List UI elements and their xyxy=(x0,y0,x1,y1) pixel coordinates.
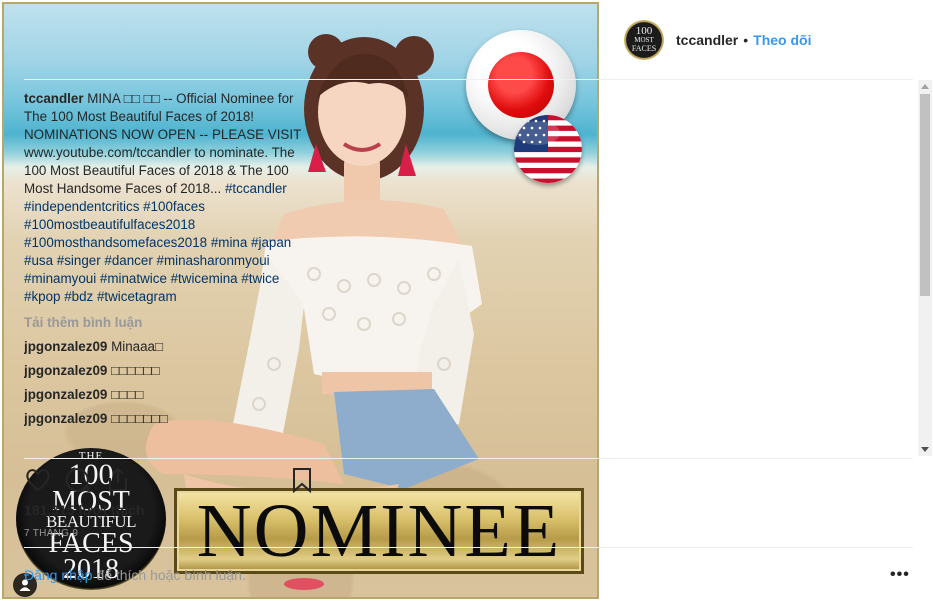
japan-flag-sun xyxy=(488,52,554,118)
load-more-comments-button[interactable]: Tải thêm bình luận xyxy=(24,314,310,332)
comment-text: □□□□ xyxy=(111,387,144,402)
login-link[interactable]: Đăng nhập xyxy=(24,567,93,583)
post-actions xyxy=(24,466,316,498)
comment-icon[interactable] xyxy=(64,466,92,494)
scroll-down-arrow-icon[interactable] xyxy=(921,447,929,452)
comment-text: □□□□□□□ xyxy=(111,411,168,426)
post-caption: tccandler MINA □□ □□ -- Official Nominee… xyxy=(24,90,310,306)
more-options-icon[interactable]: ••• xyxy=(890,566,910,584)
comments-section: tccandler MINA □□ □□ -- Official Nominee… xyxy=(24,90,310,452)
comment-username[interactable]: jpgonzalez09 xyxy=(24,411,107,426)
nominee-plate: NOMINEE xyxy=(174,488,584,574)
comment-text: □□□□□□ xyxy=(111,363,160,378)
comment-item: jpgonzalez09 □□□□□□□ xyxy=(24,410,310,428)
bookmark-icon[interactable] xyxy=(288,466,316,494)
scroll-up-arrow-icon[interactable] xyxy=(921,84,929,89)
likes-count[interactable]: 181,315 lượt thích xyxy=(24,502,144,518)
header-username[interactable]: tccandler xyxy=(676,32,738,48)
actions-divider xyxy=(24,458,913,459)
comment-item: jpgonzalez09 □□□□ xyxy=(24,386,310,404)
avatar[interactable]: 100 MOST FACES xyxy=(624,20,664,60)
comment-item: jpgonzalez09 □□□□□□ xyxy=(24,362,310,380)
share-icon[interactable] xyxy=(104,466,132,494)
caption-username[interactable]: tccandler xyxy=(24,91,84,106)
comments-scrollbar[interactable] xyxy=(918,80,932,456)
heart-icon[interactable] xyxy=(24,466,52,494)
login-prompt-text: để thích hoặc bình luận. xyxy=(92,567,246,583)
comment-username[interactable]: jpgonzalez09 xyxy=(24,339,107,354)
footer-divider xyxy=(24,547,913,548)
header-divider xyxy=(24,79,913,80)
login-prompt: Đăng nhập để thích hoặc bình luận. xyxy=(24,567,246,583)
comment-text: Minaaa□ xyxy=(111,339,164,354)
post-header: 100 MOST FACES tccandler • Theo dõi xyxy=(624,18,811,62)
usa-flag-icon xyxy=(514,115,582,183)
comment-item: jpgonzalez09 Minaaa□ xyxy=(24,338,310,356)
header-separator: • xyxy=(743,32,749,48)
post-date[interactable]: 7 THÁNG 9 xyxy=(24,528,78,539)
caption-hashtags[interactable]: #tccandler #independentcritics #100faces… xyxy=(24,181,291,304)
post-sidebar: 100 MOST FACES tccandler • Theo dõi xyxy=(600,0,933,601)
avatar-text-3: FACES xyxy=(631,44,657,53)
scrollbar-thumb[interactable] xyxy=(920,94,930,296)
avatar-text-2: MOST xyxy=(634,36,654,44)
nominee-text: NOMINEE xyxy=(196,489,562,573)
comment-username[interactable]: jpgonzalez09 xyxy=(24,363,107,378)
comment-username[interactable]: jpgonzalez09 xyxy=(24,387,107,402)
follow-button[interactable]: Theo dõi xyxy=(753,32,811,48)
